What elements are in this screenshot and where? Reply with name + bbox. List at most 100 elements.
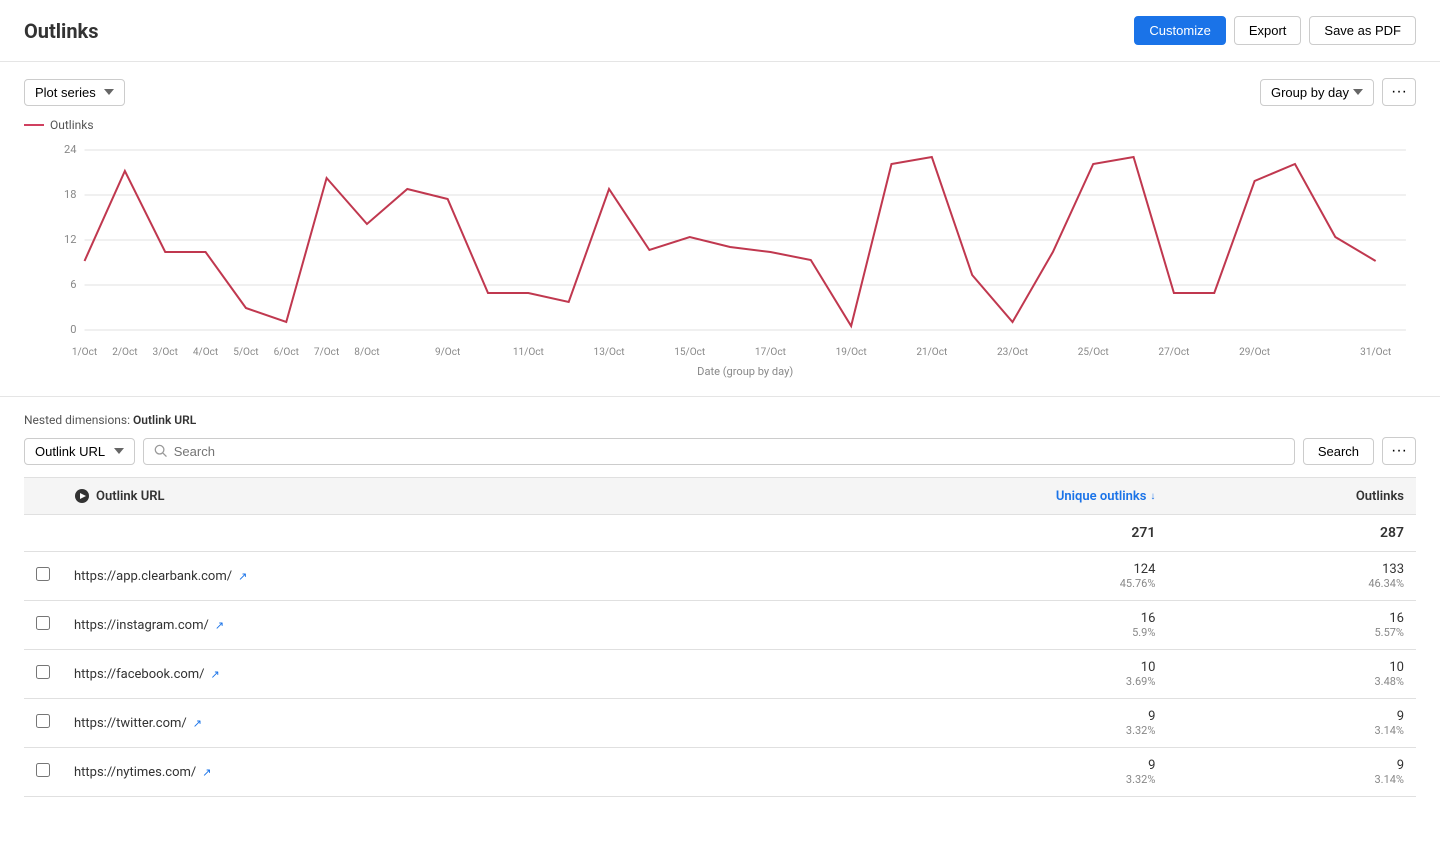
row-checkbox[interactable] (36, 763, 50, 777)
nested-dimensions-label: Nested dimensions: Outlink URL (24, 413, 1416, 427)
plot-series-dropdown[interactable]: Plot series (24, 79, 125, 106)
row-checkbox[interactable] (36, 616, 50, 630)
table-totals-row: 271 287 (24, 515, 1416, 552)
row-checkbox-cell[interactable] (24, 699, 62, 748)
th-checkbox (24, 478, 62, 515)
row-url: https://facebook.com/ (74, 667, 205, 682)
table-row: https://instagram.com/ ↗ 16 5.9% 16 5.57… (24, 601, 1416, 650)
svg-text:25/Oct: 25/Oct (1078, 347, 1109, 358)
svg-text:6/Oct: 6/Oct (274, 347, 299, 358)
svg-text:27/Oct: 27/Oct (1158, 347, 1189, 358)
save-pdf-button[interactable]: Save as PDF (1309, 16, 1416, 45)
svg-text:Date (group by day): Date (group by day) (697, 365, 793, 378)
row-unique-outlinks: 9 3.32% (742, 699, 1168, 748)
row-outlinks: 133 46.34% (1167, 552, 1416, 601)
row-unique-pct: 5.9% (754, 626, 1156, 639)
svg-text:9/Oct: 9/Oct (435, 347, 460, 358)
row-checkbox-cell[interactable] (24, 552, 62, 601)
chart-right-controls: Group by day ··· (1260, 78, 1416, 106)
row-unique-pct: 3.69% (754, 675, 1156, 688)
search-button[interactable]: Search (1303, 438, 1374, 465)
table-row: https://facebook.com/ ↗ 10 3.69% 10 3.48… (24, 650, 1416, 699)
play-icon (74, 488, 90, 504)
group-by-label: Group by day (1271, 85, 1349, 100)
row-outlinks: 9 3.14% (1167, 699, 1416, 748)
row-checkbox[interactable] (36, 567, 50, 581)
external-link-icon[interactable]: ↗ (193, 717, 202, 730)
svg-text:15/Oct: 15/Oct (674, 347, 705, 358)
row-unique-outlinks: 124 45.76% (742, 552, 1168, 601)
row-outlinks-value: 9 (1397, 758, 1404, 773)
external-link-icon[interactable]: ↗ (215, 619, 224, 632)
table-row: https://nytimes.com/ ↗ 9 3.32% 9 3.14% (24, 748, 1416, 797)
row-url-cell: https://app.clearbank.com/ ↗ (62, 552, 742, 601)
table-header-row: Outlink URL Unique outlinks ↓ Outlinks (24, 478, 1416, 515)
chart-toolbar: Plot series Group by day ··· (24, 78, 1416, 106)
row-url: https://twitter.com/ (74, 716, 187, 731)
svg-text:6: 6 (70, 278, 76, 291)
row-outlinks-pct: 5.57% (1179, 626, 1404, 639)
row-unique-value: 10 (1141, 660, 1156, 675)
dimension-dropdown[interactable]: Outlink URL (24, 438, 135, 465)
svg-text:5/Oct: 5/Oct (233, 347, 258, 358)
chart-svg: 24 18 12 6 0 1/Oct 2/Oct 3/Oct 4/Oct 5/O… (24, 140, 1416, 380)
th-unique-outlinks[interactable]: Unique outlinks ↓ (742, 478, 1168, 515)
export-button[interactable]: Export (1234, 16, 1302, 45)
row-outlinks-pct: 3.48% (1179, 675, 1404, 688)
table-more-button[interactable]: ··· (1382, 437, 1416, 465)
page-header: Outlinks Customize Export Save as PDF (0, 0, 1440, 62)
chart-more-button[interactable]: ··· (1382, 78, 1416, 106)
row-unique-value: 9 (1148, 709, 1155, 724)
svg-text:11/Oct: 11/Oct (513, 347, 544, 358)
svg-text:8/Oct: 8/Oct (354, 347, 379, 358)
row-checkbox-cell[interactable] (24, 650, 62, 699)
th-outlink-url: Outlink URL (62, 478, 742, 515)
chart-legend: Outlinks (24, 118, 1416, 132)
svg-text:18: 18 (64, 188, 76, 201)
group-by-button[interactable]: Group by day (1260, 79, 1374, 106)
svg-text:7/Oct: 7/Oct (314, 347, 339, 358)
external-link-icon[interactable]: ↗ (238, 570, 247, 583)
row-url-cell: https://facebook.com/ ↗ (62, 650, 742, 699)
row-url-cell: https://twitter.com/ ↗ (62, 699, 742, 748)
svg-text:29/Oct: 29/Oct (1239, 347, 1270, 358)
row-checkbox[interactable] (36, 665, 50, 679)
row-outlinks-pct: 3.14% (1179, 724, 1404, 737)
row-outlinks-value: 16 (1389, 611, 1404, 626)
row-unique-pct: 3.32% (754, 773, 1156, 786)
external-link-icon[interactable]: ↗ (202, 766, 211, 779)
legend-line-icon (24, 124, 44, 126)
page-title: Outlinks (24, 19, 99, 43)
svg-text:21/Oct: 21/Oct (916, 347, 947, 358)
row-outlinks-pct: 3.14% (1179, 773, 1404, 786)
row-outlinks: 9 3.14% (1167, 748, 1416, 797)
external-link-icon[interactable]: ↗ (211, 668, 220, 681)
row-checkbox[interactable] (36, 714, 50, 728)
svg-text:12: 12 (64, 233, 76, 246)
row-url: https://nytimes.com/ (74, 765, 196, 780)
row-checkbox-cell[interactable] (24, 748, 62, 797)
row-url-cell: https://nytimes.com/ ↗ (62, 748, 742, 797)
chart-line (85, 157, 1376, 326)
svg-text:4/Oct: 4/Oct (193, 347, 218, 358)
row-outlinks-pct: 46.34% (1179, 577, 1404, 590)
svg-text:3/Oct: 3/Oct (153, 347, 178, 358)
svg-text:31/Oct: 31/Oct (1360, 347, 1391, 358)
customize-button[interactable]: Customize (1134, 16, 1225, 45)
totals-checkbox-cell (24, 515, 62, 552)
row-checkbox-cell[interactable] (24, 601, 62, 650)
svg-text:0: 0 (70, 323, 76, 336)
search-input[interactable] (174, 444, 1284, 459)
table-row: https://twitter.com/ ↗ 9 3.32% 9 3.14% (24, 699, 1416, 748)
svg-text:1/Oct: 1/Oct (72, 347, 97, 358)
row-outlinks-value: 9 (1397, 709, 1404, 724)
row-url: https://app.clearbank.com/ (74, 569, 232, 584)
header-actions: Customize Export Save as PDF (1134, 16, 1416, 45)
search-wrapper (143, 438, 1295, 465)
row-outlinks-value: 133 (1382, 562, 1404, 577)
row-unique-pct: 45.76% (754, 577, 1156, 590)
totals-url-cell (62, 515, 742, 552)
sort-arrow-icon: ↓ (1150, 491, 1155, 502)
totals-outlinks: 287 (1167, 515, 1416, 552)
svg-text:23/Oct: 23/Oct (997, 347, 1028, 358)
